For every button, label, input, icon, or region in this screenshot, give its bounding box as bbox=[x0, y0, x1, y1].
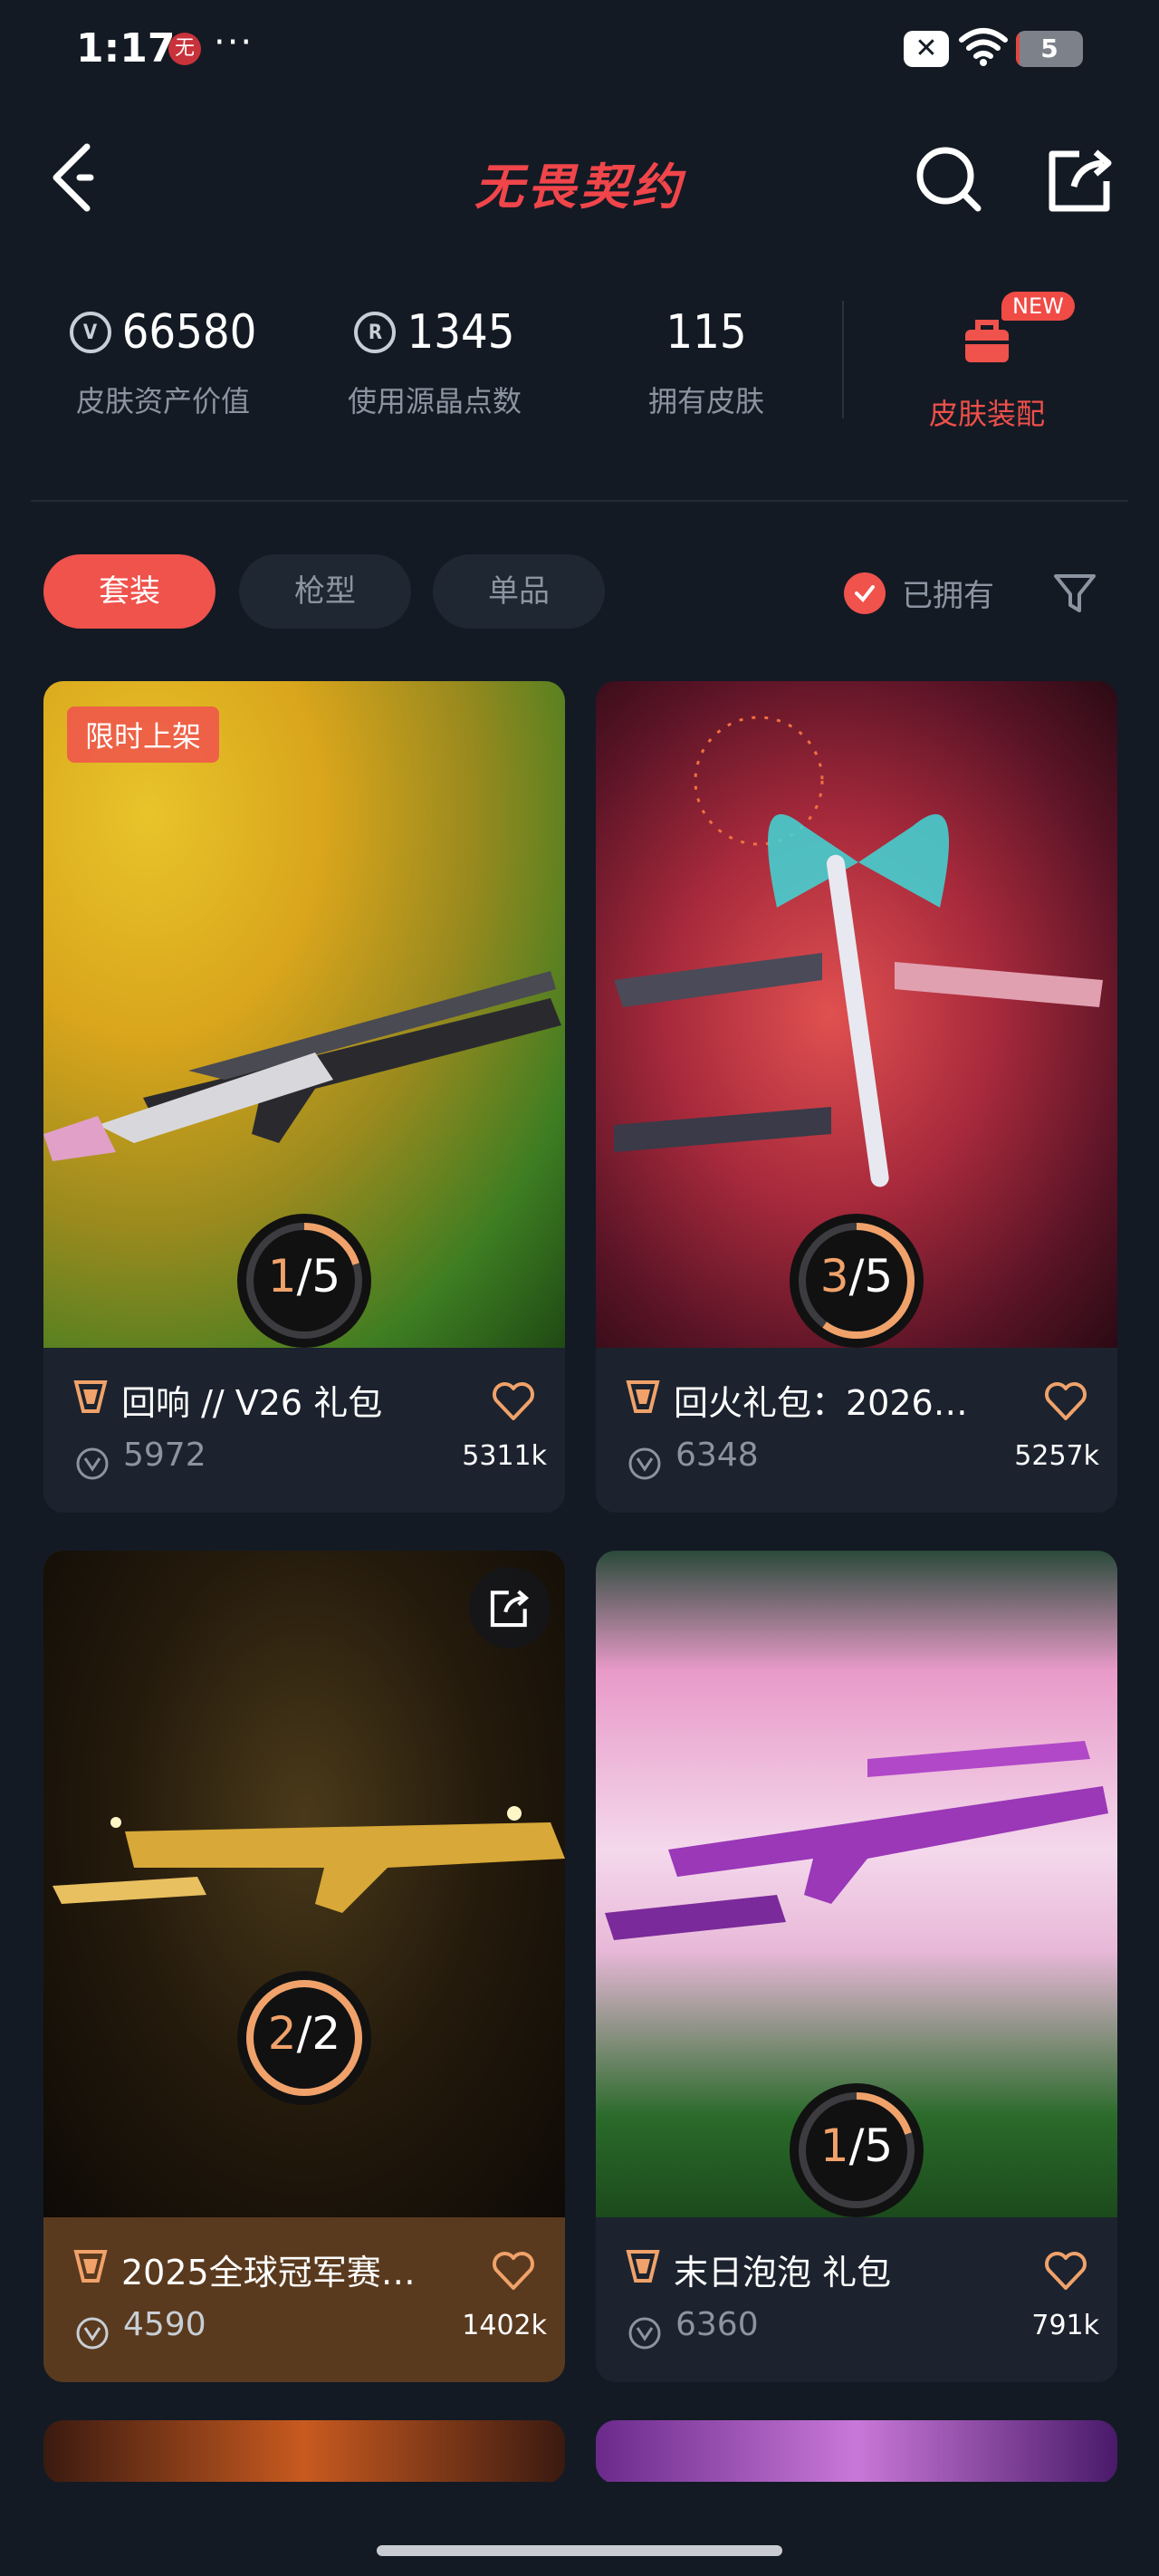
tab-bundles[interactable]: 套装 bbox=[43, 554, 216, 629]
asset-value: 66580 bbox=[121, 305, 257, 360]
radianite-label: 使用源晶点数 bbox=[347, 384, 522, 418]
vp-coin-icon: V bbox=[69, 312, 111, 353]
bundle-image[interactable]: 限时上架 1/5 bbox=[43, 681, 565, 1348]
bundle-image[interactable]: 1/5 bbox=[596, 1551, 1117, 2217]
tier-icon bbox=[626, 2250, 660, 2283]
stat-owned-skins[interactable]: 115 拥有皮肤 bbox=[589, 299, 824, 420]
tab-single-items[interactable]: 单品 bbox=[433, 554, 605, 629]
skin-equip-label: 皮肤装配 bbox=[928, 397, 1045, 431]
owned-progress-ring: 1/5 bbox=[786, 2080, 927, 2217]
bundle-price: 4590 bbox=[123, 2306, 206, 2343]
owned-progress-ring: 2/2 bbox=[234, 1967, 375, 2109]
asset-value-label: 皮肤资产价值 bbox=[75, 384, 250, 418]
owned-toggle[interactable]: 已拥有 bbox=[844, 571, 994, 615]
bundle-title: 2025全球冠军赛… bbox=[121, 2253, 416, 2292]
owned-progress-ring: 3/5 bbox=[786, 1210, 927, 1348]
card-share-button[interactable] bbox=[469, 1567, 551, 1648]
owned-progress-ring: 1/5 bbox=[234, 1210, 375, 1348]
total-count: 5 bbox=[864, 1250, 894, 1302]
likes-count: 5311k bbox=[462, 1440, 547, 1472]
home-indicator[interactable] bbox=[377, 2545, 782, 2556]
tier-icon bbox=[73, 2250, 108, 2283]
owned-count: 2 bbox=[267, 2007, 297, 2060]
bundle-card[interactable] bbox=[43, 2420, 565, 2484]
bundle-title: 末日泡泡 礼包 bbox=[674, 2253, 892, 2292]
vp-icon bbox=[76, 2317, 109, 2350]
radianite-value: 1345 bbox=[407, 305, 515, 360]
bottom-bar bbox=[0, 2482, 1159, 2576]
battery-icon: 5 bbox=[1016, 31, 1083, 67]
stat-radianite[interactable]: R 1345 使用源晶点数 bbox=[317, 299, 552, 420]
bundle-price: 6360 bbox=[675, 2306, 759, 2343]
bundle-card[interactable]: 1/5 末日泡泡 礼包 6360 791k bbox=[596, 1551, 1117, 2382]
heart-icon[interactable] bbox=[1043, 2250, 1088, 2292]
share-icon bbox=[490, 1590, 530, 1628]
bundle-price: 5972 bbox=[123, 1437, 206, 1474]
share-icon[interactable] bbox=[1043, 141, 1119, 217]
filter-bar: 套装 枪型 单品 已拥有 bbox=[0, 554, 1159, 630]
total-count: 2 bbox=[311, 2007, 341, 2060]
bundle-image[interactable]: 3/5 bbox=[596, 681, 1117, 1348]
likes-count: 1402k bbox=[462, 2310, 547, 2341]
vp-icon bbox=[76, 1447, 109, 1480]
weapons-art bbox=[43, 971, 561, 1161]
tab-weapon-type[interactable]: 枪型 bbox=[239, 554, 411, 629]
status-time: 1:17 bbox=[76, 25, 176, 72]
tier-icon bbox=[73, 1380, 108, 1413]
weapons-art bbox=[605, 1741, 1108, 1940]
no-sim-icon: ✕ bbox=[904, 31, 949, 67]
briefcase-icon bbox=[965, 320, 1009, 362]
limited-badge: 限时上架 bbox=[67, 706, 220, 763]
more-notifications-icon: ··· bbox=[214, 22, 254, 63]
bundle-card[interactable] bbox=[596, 2420, 1117, 2484]
app-notification-icon: 无 bbox=[168, 33, 201, 65]
bundle-price: 6348 bbox=[675, 1437, 759, 1474]
bundle-image[interactable]: 2/2 bbox=[43, 1551, 565, 2217]
battery-level-text: 5 bbox=[1040, 34, 1058, 63]
search-icon[interactable] bbox=[911, 141, 987, 217]
bundle-card[interactable]: 2/2 2025全球冠军赛… 4590 1402k bbox=[43, 1551, 565, 2382]
top-nav: 无畏契约 bbox=[0, 127, 1159, 235]
radianite-coin-icon: R bbox=[354, 312, 397, 353]
bundle-card[interactable]: 限时上架 1/5 回响 // V26 礼包 5972 5311k bbox=[43, 681, 565, 1513]
wifi-icon bbox=[959, 28, 1008, 66]
vp-icon bbox=[628, 2317, 661, 2350]
stat-asset-value[interactable]: V 66580 皮肤资产价值 bbox=[45, 299, 281, 420]
section-divider bbox=[31, 500, 1128, 502]
checkmark-icon bbox=[844, 572, 886, 614]
owned-skins-label: 拥有皮肤 bbox=[647, 384, 764, 418]
owned-label: 已拥有 bbox=[902, 578, 994, 614]
weapons-art bbox=[53, 1806, 565, 1913]
heart-icon[interactable] bbox=[491, 2250, 536, 2292]
owned-count: 3 bbox=[819, 1250, 849, 1302]
owned-count: 1 bbox=[819, 2119, 849, 2172]
likes-count: 5257k bbox=[1014, 1440, 1099, 1472]
bundle-title: 回响 // V26 礼包 bbox=[121, 1383, 383, 1423]
heart-icon[interactable] bbox=[1043, 1380, 1088, 1422]
filter-icon[interactable] bbox=[1050, 569, 1099, 618]
total-count: 5 bbox=[864, 2119, 894, 2172]
stats-panel: V 66580 皮肤资产价值 R 1345 使用源晶点数 115 拥有皮肤 NE… bbox=[0, 281, 1159, 444]
stats-divider bbox=[842, 301, 844, 418]
skin-equip-button[interactable]: NEW 皮肤装配 bbox=[869, 292, 1105, 433]
total-count: 5 bbox=[311, 1250, 341, 1302]
status-bar: 1:17 无 ··· ✕ 5 bbox=[0, 0, 1159, 100]
bundle-card[interactable]: 3/5 回火礼包：2026… 6348 5257k bbox=[596, 681, 1117, 1513]
tier-icon bbox=[626, 1380, 660, 1413]
bundle-title: 回火礼包：2026… bbox=[674, 1383, 968, 1423]
owned-skins-value: 115 bbox=[666, 305, 747, 360]
likes-count: 791k bbox=[1031, 2310, 1099, 2341]
vp-icon bbox=[628, 1447, 661, 1480]
owned-count: 1 bbox=[267, 1250, 297, 1302]
heart-icon[interactable] bbox=[491, 1380, 536, 1422]
